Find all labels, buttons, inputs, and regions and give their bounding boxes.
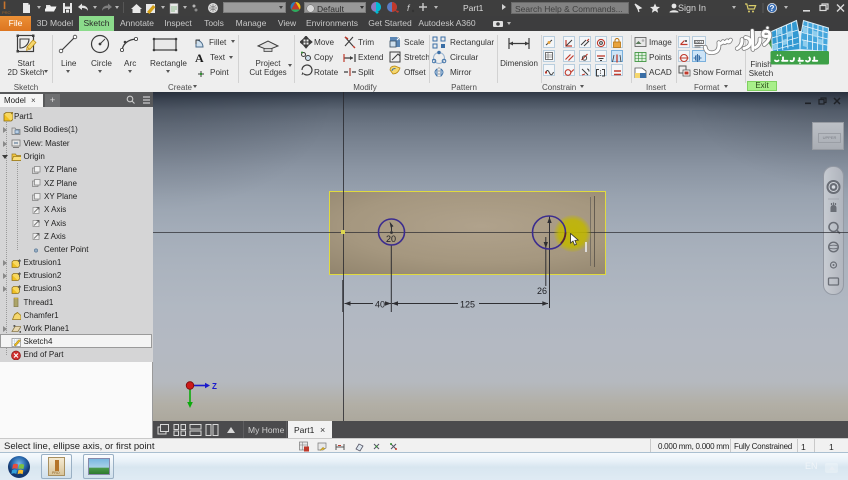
svg-text:f: f [407, 3, 411, 13]
svg-text:20: 20 [386, 234, 396, 244]
svg-text:?: ? [770, 4, 775, 13]
svg-text:40: 40 [375, 300, 385, 310]
svg-text:26: 26 [537, 286, 547, 296]
svg-text:125: 125 [460, 300, 475, 310]
svg-text:A: A [195, 51, 204, 65]
